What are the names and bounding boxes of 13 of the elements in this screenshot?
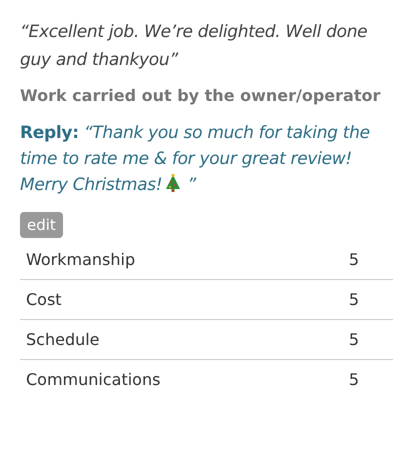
work-note: Work carried out by the owner/operator [20, 85, 382, 107]
edit-button[interactable]: edit [20, 212, 63, 238]
reply-text: Reply: “Thank you so much for taking the time to rate me & for your great review! Merry Christmas! ” [20, 122, 371, 197]
rating-score: 5 [348, 370, 359, 389]
rating-name: Cost [26, 290, 62, 309]
christmas-tree-icon [164, 173, 182, 193]
rating-score: 5 [348, 290, 359, 309]
rating-name: Communications [26, 370, 160, 389]
rating-score: 5 [348, 330, 359, 349]
rating-name: Workmanship [26, 250, 136, 269]
review-quote: “Excellent job. We’re delighted. Well done guy and thankyou” [20, 21, 368, 72]
rating-score: 5 [348, 250, 359, 269]
rating-name: Schedule [26, 330, 100, 349]
